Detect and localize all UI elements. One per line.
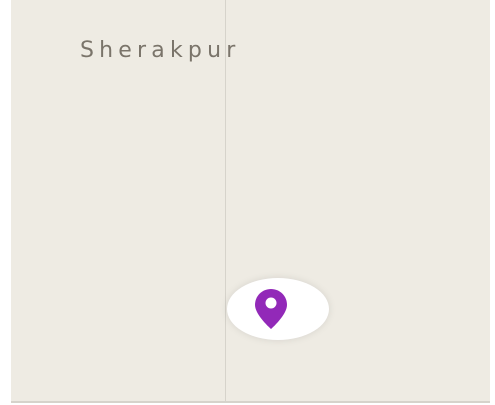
map-pin-dot	[265, 297, 277, 309]
place-label-sherakpur: Sherakpur	[80, 38, 241, 63]
map-pin-shape	[255, 289, 287, 329]
map-bottom-edge	[11, 401, 490, 403]
map-canvas[interactable]: Sherakpur	[11, 0, 490, 403]
map-pin-icon[interactable]	[253, 287, 289, 331]
